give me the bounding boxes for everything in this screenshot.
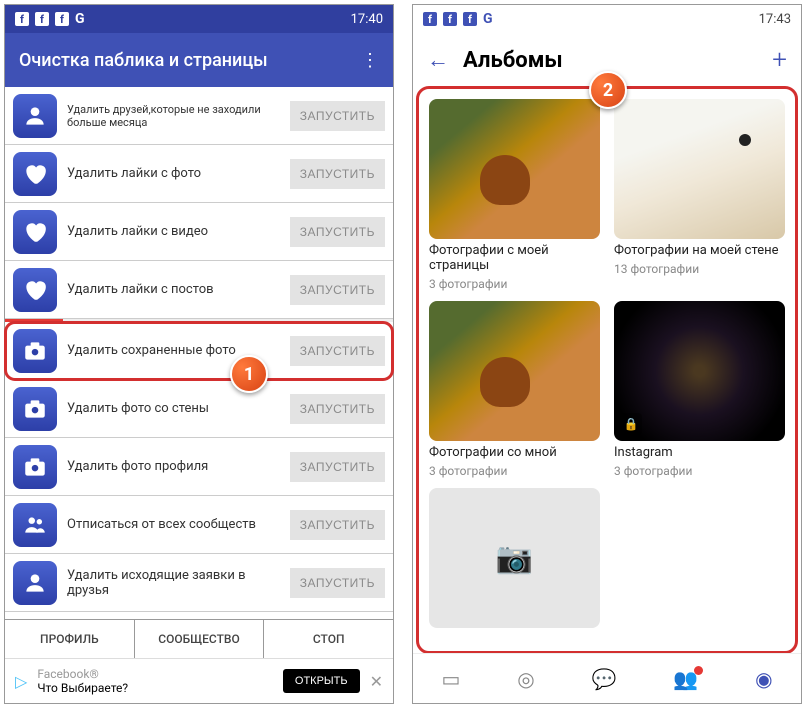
album-thumbnail xyxy=(429,301,600,441)
ad-close-icon[interactable]: ✕ xyxy=(370,672,383,691)
status-bar: f f f G 17:43 xyxy=(413,5,801,33)
clock: 17:43 xyxy=(759,12,791,27)
phone-cleaner-app: f f f G 17:40 Очистка паблика и страницы… xyxy=(4,4,394,704)
album-title: Фотографии на моей стене xyxy=(614,243,785,258)
list-item[interactable]: Удалить лайки с фото ЗАПУСТИТЬ xyxy=(5,145,393,203)
phone-albums-app: f f f G 17:43 ← Альбомы + Фотографии с м… xyxy=(412,4,802,704)
album-thumbnail xyxy=(429,99,600,239)
run-button[interactable]: ЗАПУСТИТЬ xyxy=(290,336,385,366)
list-item-selected[interactable]: Удалить сохраненные фото ЗАПУСТИТЬ xyxy=(5,322,393,380)
tab-community[interactable]: СООБЩЕСТВО xyxy=(135,620,265,658)
add-icon[interactable]: + xyxy=(772,45,787,75)
albums-grid: Фотографии с моей страницы 3 фотографии … xyxy=(419,89,795,651)
list-item[interactable]: Удалить фото со стены ЗАПУСТИТЬ xyxy=(5,380,393,438)
list-item-label: Удалить фото со стены xyxy=(67,401,280,416)
people-icon xyxy=(13,503,57,547)
bottom-tabs: ПРОФИЛЬ СООБЩЕСТВО СТОП xyxy=(5,619,393,658)
run-button[interactable]: ЗАПУСТИТЬ xyxy=(290,159,385,189)
bottom-nav: ▭ ◎ 💬 👥 ◉ xyxy=(413,653,801,703)
album-card[interactable]: 🔒 Instagram 3 фотографии xyxy=(614,301,785,478)
fb-icon: f xyxy=(463,12,477,26)
album-card-new[interactable]: 📷 xyxy=(429,488,600,628)
lock-icon: 🔒 xyxy=(620,413,642,435)
fb-icon: f xyxy=(15,12,29,26)
list-item-label: Удалить друзей,которые не заходили больш… xyxy=(67,103,280,129)
heart-icon xyxy=(13,210,57,254)
camera-icon: 📷 xyxy=(429,488,600,628)
list-item[interactable]: Удалить лайки с видео ЗАПУСТИТЬ xyxy=(5,203,393,261)
list-item-label: Удалить фото профиля xyxy=(67,459,280,474)
page-title: Альбомы xyxy=(463,48,758,73)
album-count: 3 фотографии xyxy=(429,464,600,478)
album-thumbnail: 🔒 xyxy=(614,301,785,441)
list-item-label: Удалить лайки с видео xyxy=(67,224,280,239)
list-item-label: Удалить исходящие заявки в друзья xyxy=(67,568,280,598)
person-icon xyxy=(13,561,57,605)
toolbar-title: Очистка паблика и страницы xyxy=(19,50,268,71)
album-title: Instagram xyxy=(614,445,785,460)
google-icon: G xyxy=(75,11,85,27)
list-item-label: Удалить лайки с фото xyxy=(67,166,280,181)
nav-friends-icon[interactable]: 👥 xyxy=(673,667,698,691)
menu-overflow-icon[interactable]: ⋮ xyxy=(361,50,379,71)
clock: 17:40 xyxy=(351,12,383,27)
heart-icon xyxy=(13,152,57,196)
google-icon: G xyxy=(483,11,493,27)
list-item-label: Отписаться от всех сообществ xyxy=(67,517,280,532)
album-title: Фотографии с моей страницы xyxy=(429,243,600,273)
run-button[interactable]: ЗАПУСТИТЬ xyxy=(290,452,385,482)
tab-stop[interactable]: СТОП xyxy=(264,620,393,658)
tab-profile[interactable]: ПРОФИЛЬ xyxy=(5,620,135,658)
ad-content[interactable]: Facebook® Что Выбираете? xyxy=(37,667,273,695)
ad-banner: ▷ Facebook® Что Выбираете? ОТКРЫТЬ ✕ xyxy=(5,658,393,703)
run-button[interactable]: ЗАПУСТИТЬ xyxy=(290,275,385,305)
list-item[interactable]: Удалить друзей,которые не заходили больш… xyxy=(5,87,393,145)
annotation-marker-2: 2 xyxy=(589,71,627,109)
camera-icon xyxy=(13,387,57,431)
nav-profile-icon[interactable]: ◉ xyxy=(755,667,772,691)
heart-icon xyxy=(13,268,57,312)
list-item-label: Удалить лайки с постов xyxy=(67,282,280,297)
nav-explore-icon[interactable]: ◎ xyxy=(517,667,534,691)
ad-open-button[interactable]: ОТКРЫТЬ xyxy=(283,669,360,693)
list-item[interactable]: Удалить исходящие заявки в друзья ЗАПУСТ… xyxy=(5,554,393,612)
status-bar: f f f G 17:40 xyxy=(5,5,393,33)
run-button[interactable]: ЗАПУСТИТЬ xyxy=(290,394,385,424)
app-toolbar: Очистка паблика и страницы ⋮ xyxy=(5,33,393,87)
back-icon[interactable]: ← xyxy=(427,47,449,73)
fb-icon: f xyxy=(35,12,49,26)
album-card[interactable]: Фотографии на моей стене 13 фотографии xyxy=(614,99,785,291)
album-count: 13 фотографии xyxy=(614,262,785,276)
nav-messages-icon[interactable]: 💬 xyxy=(592,667,617,691)
person-icon xyxy=(13,94,57,138)
list-item[interactable]: Удалить лайки с постов ЗАПУСТИТЬ xyxy=(5,261,393,319)
fb-icon: f xyxy=(423,12,437,26)
action-list: Удалить друзей,которые не заходили больш… xyxy=(5,87,393,619)
fb-icon: f xyxy=(55,12,69,26)
run-button[interactable]: ЗАПУСТИТЬ xyxy=(290,217,385,247)
camera-icon xyxy=(13,445,57,489)
album-count: 3 фотографии xyxy=(614,464,785,478)
run-button[interactable]: ЗАПУСТИТЬ xyxy=(290,568,385,598)
camera-icon xyxy=(13,329,57,373)
album-title: Фотографии со мной xyxy=(429,445,600,460)
run-button[interactable]: ЗАПУСТИТЬ xyxy=(290,510,385,540)
annotation-marker-1: 1 xyxy=(230,355,268,393)
nav-feed-icon[interactable]: ▭ xyxy=(441,667,460,691)
list-item[interactable]: Отписаться от всех сообществ ЗАПУСТИТЬ xyxy=(5,496,393,554)
ad-choices-icon[interactable]: ▷ xyxy=(15,672,27,691)
list-item[interactable]: Удалить фото профиля ЗАПУСТИТЬ xyxy=(5,438,393,496)
album-count: 3 фотографии xyxy=(429,277,600,291)
album-thumbnail xyxy=(614,99,785,239)
album-card[interactable]: Фотографии с моей страницы 3 фотографии xyxy=(429,99,600,291)
run-button[interactable]: ЗАПУСТИТЬ xyxy=(290,101,385,131)
fb-icon: f xyxy=(443,12,457,26)
album-card[interactable]: Фотографии со мной 3 фотографии xyxy=(429,301,600,478)
